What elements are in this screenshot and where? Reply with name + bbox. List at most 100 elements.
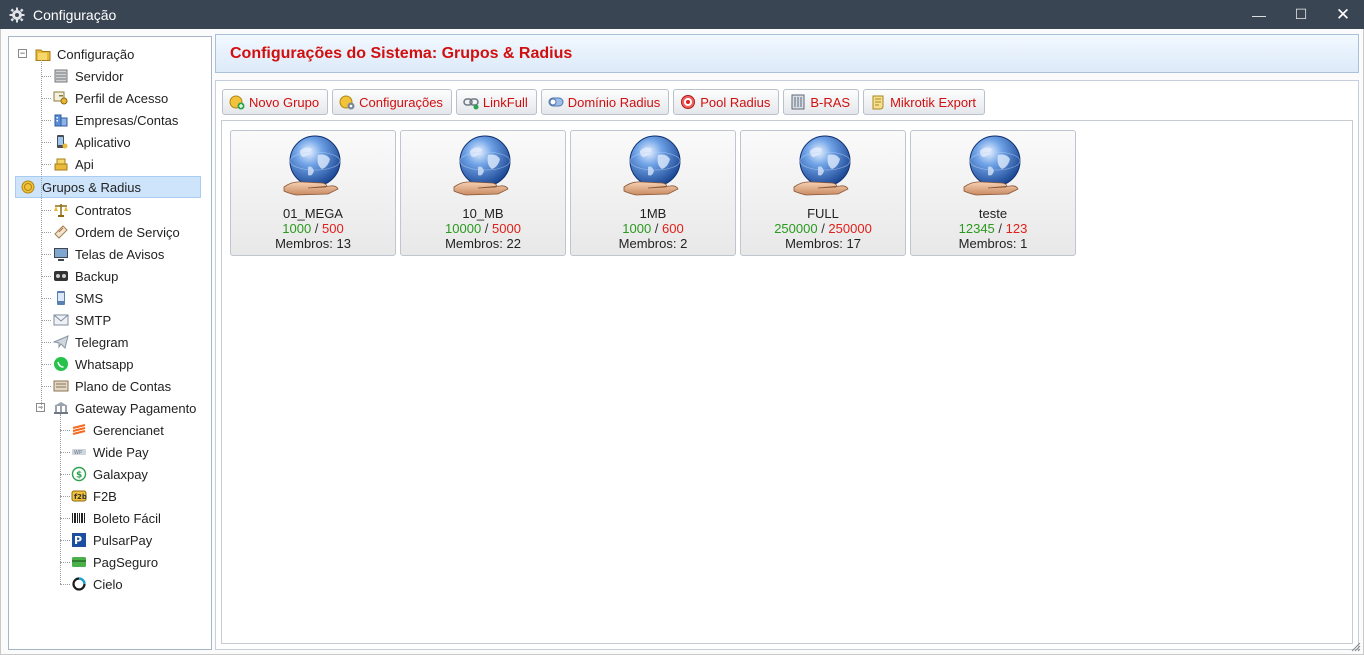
sidebar-item-contratos[interactable]: Contratos: [53, 199, 131, 221]
toolbar-button-label: LinkFull: [482, 94, 528, 110]
configura-es-button[interactable]: Configurações: [332, 89, 452, 115]
sidebar-item-grupos-radius[interactable]: Grupos & Radius: [15, 176, 201, 198]
gerencianet-icon: [71, 422, 87, 438]
sidebar-item-gateway-pagamento[interactable]: Gateway Pagamento: [53, 397, 196, 419]
telegram-icon: [53, 334, 69, 350]
sidebar-item-telegram[interactable]: Telegram: [53, 331, 128, 353]
group-card[interactable]: FULL 250000 / 250000 Membros: 17: [740, 130, 906, 256]
tree-item-label: Ordem de Serviço: [75, 224, 180, 240]
minimize-button[interactable]: —: [1238, 0, 1280, 29]
tree-connector: [41, 386, 51, 387]
collapse-root-toggle[interactable]: −: [18, 49, 27, 58]
toolbar: Novo Grupo Configurações LinkFull Domínio R…: [222, 89, 989, 115]
svg-text:$: $: [76, 471, 82, 481]
close-button[interactable]: ✕: [1322, 0, 1364, 29]
tree-item-label: SMTP: [75, 312, 112, 328]
ledger-icon: [53, 378, 69, 394]
sidebar-item-empresas-contas[interactable]: Empresas/Contas: [53, 109, 178, 131]
sidebar-item-wide-pay[interactable]: WP Wide Pay: [71, 441, 149, 463]
pool-radius-button[interactable]: Pool Radius: [673, 89, 780, 115]
tree-connector: [60, 452, 70, 453]
config-tree[interactable]: − Configuração Servidor Perfil de Acesso Emp…: [8, 36, 212, 650]
speed-separator: /: [481, 221, 493, 236]
speed-separator: /: [311, 221, 323, 236]
maximize-button[interactable]: ☐: [1280, 0, 1322, 29]
sidebar-item-pulsarpay[interactable]: P PulsarPay: [71, 529, 152, 551]
tree-item-label: F2B: [93, 488, 117, 504]
tree-item-label: Cielo: [93, 576, 123, 592]
tree-root-configuracao[interactable]: Configuração: [35, 43, 134, 65]
novo-grupo-button[interactable]: Novo Grupo: [222, 89, 329, 115]
sidebar-item-f2b[interactable]: f2b F2B: [71, 485, 117, 507]
f2b-icon: f2b: [71, 488, 87, 504]
sidebar-item-smtp[interactable]: SMTP: [53, 309, 111, 331]
sidebar-item-boleto-f-cil[interactable]: Boleto Fácil: [71, 507, 161, 529]
sidebar-item-ordem-de-servi-o[interactable]: Ordem de Serviço: [53, 221, 180, 243]
tree-connector: [41, 364, 51, 365]
backup-icon: [53, 268, 69, 284]
linkfull-button[interactable]: LinkFull: [455, 89, 537, 115]
resize-grip-icon[interactable]: [1351, 642, 1361, 652]
settings-coin-icon: [339, 94, 355, 110]
scroll-icon: [870, 94, 886, 110]
server-icon: [53, 68, 69, 84]
b-ras-button[interactable]: B-RAS: [783, 89, 860, 115]
group-name: teste: [978, 206, 1008, 221]
tree-item-label: Telas de Avisos: [75, 246, 165, 262]
sidebar-item-backup[interactable]: Backup: [53, 265, 118, 287]
tree-item-label: Wide Pay: [93, 444, 149, 460]
group-card[interactable]: 01_MEGA 1000 / 500 Membros: 13: [230, 130, 396, 256]
svg-text:f2b: f2b: [74, 493, 87, 501]
group-members: Membros: 2: [618, 236, 688, 251]
group-members: Membros: 1: [958, 236, 1028, 251]
building-icon: [53, 112, 69, 128]
sidebar-item-plano-de-contas[interactable]: Plano de Contas: [53, 375, 171, 397]
barcode-icon: [71, 510, 87, 526]
cielo-icon: [71, 576, 87, 592]
toolbar-button-label: Mikrotik Export: [890, 94, 977, 110]
toolbar-button-label: Novo Grupo: [249, 94, 320, 110]
tree-connector: [41, 298, 51, 299]
key-icon: [53, 90, 69, 106]
group-card[interactable]: 10_MB 10000 / 5000 Membros: 22: [400, 130, 566, 256]
whatsapp-icon: [53, 356, 69, 372]
speed-separator: /: [994, 221, 1006, 236]
group-card[interactable]: 1MB 1000 / 600 Membros: 2: [570, 130, 736, 256]
sidebar-item-galaxpay[interactable]: $ Galaxpay: [71, 463, 148, 485]
sidebar-item-perfil-de-acesso[interactable]: Perfil de Acesso: [53, 87, 168, 109]
scale-icon: [53, 202, 69, 218]
tree-connector: [41, 320, 51, 321]
toolbar-button-label: Domínio Radius: [567, 94, 661, 110]
globe-hand-icon: [963, 135, 1021, 196]
target-icon: [680, 94, 696, 110]
sidebar-item-pagseguro[interactable]: PagSeguro: [71, 551, 158, 573]
tree-connector: [41, 98, 51, 99]
toolbar-button-label: Pool Radius: [700, 94, 771, 110]
tree-connector: [60, 414, 61, 584]
sidebar-item-gerencianet[interactable]: Gerencianet: [71, 419, 164, 441]
api-icon: [53, 156, 69, 172]
window-title: Configuração: [33, 6, 117, 23]
mikrotik-export-button[interactable]: Mikrotik Export: [863, 89, 986, 115]
group-speed: 10000 / 5000: [401, 221, 565, 236]
sidebar-item-whatsapp[interactable]: Whatsapp: [53, 353, 134, 375]
sidebar-item-sms[interactable]: SMS: [53, 287, 103, 309]
dom-nio-radius-button[interactable]: Domínio Radius: [540, 89, 670, 115]
download-rate: 1000: [282, 221, 312, 236]
gear-icon: [9, 7, 25, 22]
upload-rate: 5000: [492, 221, 521, 236]
link-icon: [463, 94, 479, 110]
speed-separator: /: [817, 221, 829, 236]
tree-item-label: Backup: [75, 268, 119, 284]
group-speed: 250000 / 250000: [741, 221, 905, 236]
sidebar-item-telas-de-avisos[interactable]: Telas de Avisos: [53, 243, 164, 265]
sidebar-item-aplicativo[interactable]: Aplicativo: [53, 131, 131, 153]
tree-item-label: Aplicativo: [75, 134, 131, 150]
sidebar-item-cielo[interactable]: Cielo: [71, 573, 123, 595]
sidebar-item-api[interactable]: Api: [53, 153, 94, 175]
tree-item-label: Galaxpay: [93, 466, 148, 482]
tree-item-label: Gateway Pagamento: [75, 400, 197, 416]
group-name: 10_MB: [462, 206, 504, 221]
group-card[interactable]: teste 12345 / 123 Membros: 1: [910, 130, 1076, 256]
sidebar-item-servidor[interactable]: Servidor: [53, 65, 123, 87]
